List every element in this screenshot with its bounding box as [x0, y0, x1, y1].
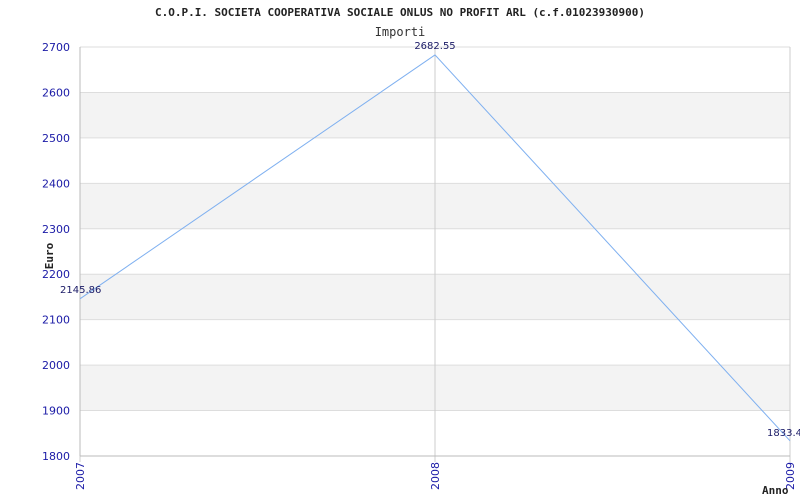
y-tick-label: 1800	[42, 450, 70, 463]
data-label: 2682.55	[414, 41, 455, 52]
y-tick-label: 2400	[42, 177, 70, 190]
y-tick-label: 2100	[42, 314, 70, 327]
y-tick-label: 2300	[42, 223, 70, 236]
y-axis-label: Euro	[43, 242, 56, 269]
line-chart: 1800190020002100220023002400250026002700…	[42, 41, 800, 497]
y-tick-label: 2600	[42, 86, 70, 99]
x-tick-label: 2007	[74, 462, 87, 490]
data-label: 2145.86	[60, 285, 101, 296]
x-tick-label: 2008	[429, 462, 442, 490]
x-axis-label: Anno	[762, 484, 789, 497]
y-tick-label: 2500	[42, 132, 70, 145]
y-tick-label: 2700	[42, 41, 70, 54]
data-label: 1833.4	[767, 428, 800, 439]
y-tick-label: 1900	[42, 405, 70, 418]
y-tick-label: 2000	[42, 359, 70, 372]
x-tick-labels: 2007 2008 2009	[74, 462, 797, 490]
